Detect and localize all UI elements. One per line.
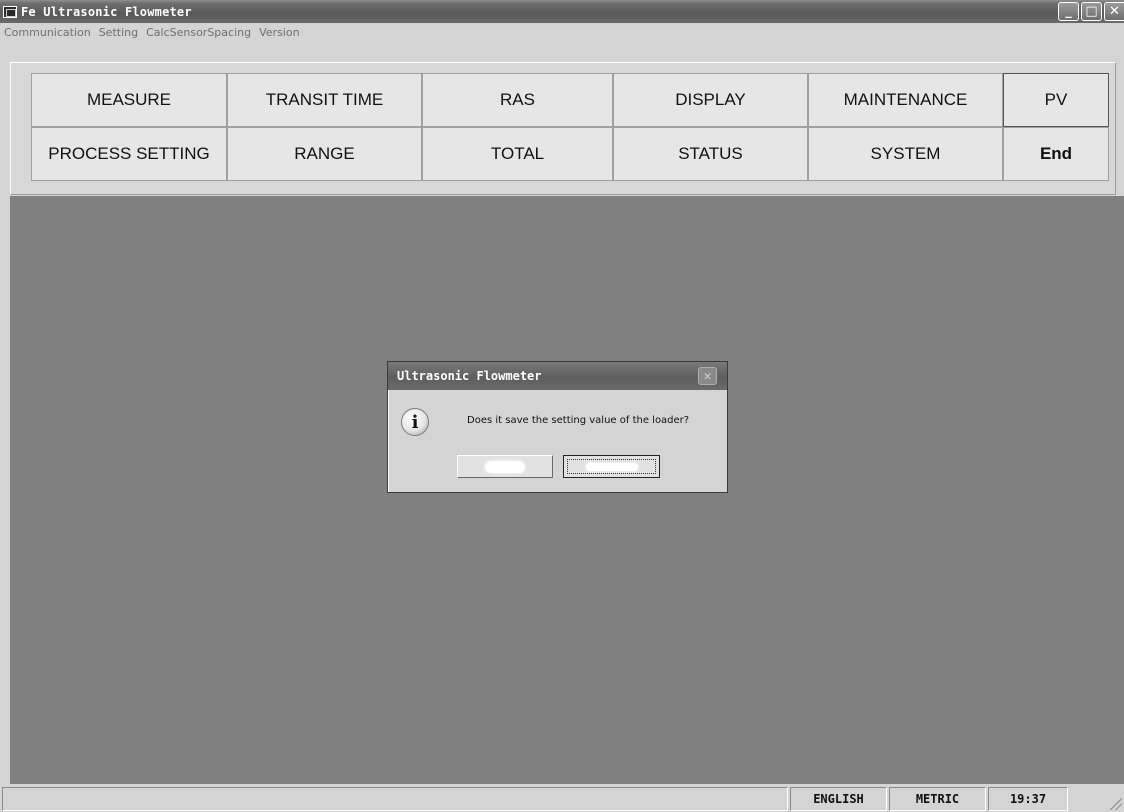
process-setting-button[interactable]: PROCESS SETTING <box>31 127 227 181</box>
status-bar: ENGLISH METRIC 19:37 <box>0 785 1124 812</box>
function-button-panel: MEASURE TRANSIT TIME RAS DISPLAY MAINTEN… <box>10 62 1116 195</box>
minimize-button[interactable]: _ <box>1058 2 1079 21</box>
menu-communication[interactable]: Communication <box>4 26 91 39</box>
menu-setting[interactable]: Setting <box>99 26 138 39</box>
menu-bar: Communication Setting CalcSensorSpacing … <box>0 23 1124 41</box>
dialog-message: Does it save the setting value of the lo… <box>467 415 690 426</box>
title-bar[interactable]: Fe Ultrasonic Flowmeter _ □ ✕ <box>0 0 1124 23</box>
measure-button[interactable]: MEASURE <box>31 73 227 127</box>
status-time: 19:37 <box>988 787 1068 811</box>
confirm-dialog: Ultrasonic Flowmeter ✕ i Does it save th… <box>387 361 728 493</box>
redacted-label <box>485 460 525 473</box>
system-button[interactable]: SYSTEM <box>808 127 1003 181</box>
status-language: ENGLISH <box>790 787 887 811</box>
menu-version[interactable]: Version <box>259 26 299 39</box>
dialog-title: Ultrasonic Flowmeter <box>397 369 542 383</box>
window-controls: _ □ ✕ <box>1056 2 1124 21</box>
dialog-close-button[interactable]: ✕ <box>698 367 717 385</box>
dialog-no-button[interactable] <box>563 455 660 478</box>
total-button[interactable]: TOTAL <box>422 127 613 181</box>
dialog-title-bar[interactable]: Ultrasonic Flowmeter ✕ <box>388 362 727 390</box>
range-button[interactable]: RANGE <box>227 127 422 181</box>
pv-button[interactable]: PV <box>1003 73 1109 127</box>
status-units: METRIC <box>889 787 986 811</box>
main-window: Fe Ultrasonic Flowmeter _ □ ✕ Communicat… <box>0 0 1124 812</box>
status-button[interactable]: STATUS <box>613 127 808 181</box>
end-button[interactable]: End <box>1003 127 1109 181</box>
maximize-button[interactable]: □ <box>1081 2 1102 21</box>
window-title: Fe Ultrasonic Flowmeter <box>21 4 192 19</box>
maintenance-button[interactable]: MAINTENANCE <box>808 73 1003 127</box>
ras-button[interactable]: RAS <box>422 73 613 127</box>
dialog-yes-button[interactable] <box>457 455 553 478</box>
app-icon[interactable] <box>3 5 17 18</box>
focus-rectangle <box>567 459 656 474</box>
close-button[interactable]: ✕ <box>1104 2 1124 21</box>
status-pane-main <box>2 787 788 811</box>
menu-calc-sensor-spacing[interactable]: CalcSensorSpacing <box>146 26 251 39</box>
transit-time-button[interactable]: TRANSIT TIME <box>227 73 422 127</box>
resize-grip[interactable] <box>1108 796 1122 810</box>
display-button[interactable]: DISPLAY <box>613 73 808 127</box>
information-icon: i <box>401 408 429 436</box>
